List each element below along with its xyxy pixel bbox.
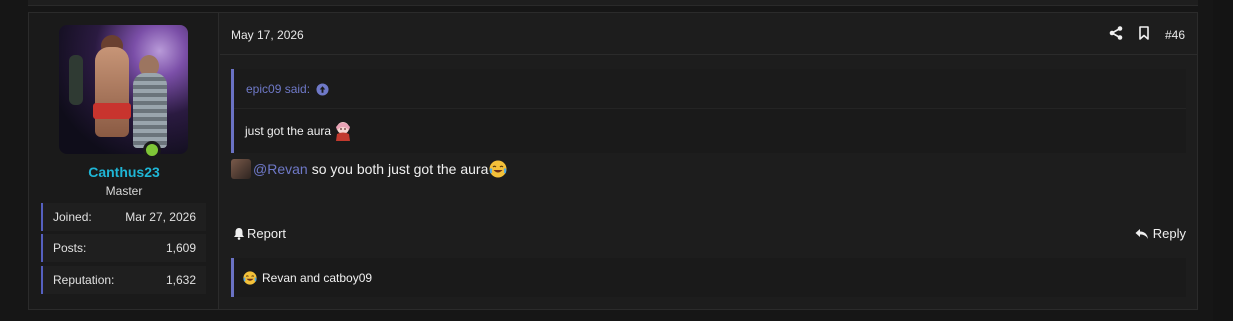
stat-label: Joined:: [53, 210, 92, 224]
reply-content: @Revan so you both just got the aura: [231, 159, 507, 179]
reactions-bar[interactable]: Revan and catboy09: [231, 258, 1186, 297]
quote-header[interactable]: epic09 said:: [234, 69, 1186, 109]
user-sidebar: Canthus23 Master Joined: Mar 27, 2026 Po…: [29, 13, 219, 309]
stat-reputation: Reputation: 1,632: [41, 266, 206, 294]
crying-laughing-emoji-icon: [489, 160, 507, 178]
bookmark-icon[interactable]: [1136, 25, 1152, 41]
reply-text: so you both just got the aura: [311, 161, 489, 177]
reply-label: Reply: [1152, 226, 1186, 241]
user-title: Master: [105, 184, 143, 198]
username-link[interactable]: Canthus23: [29, 164, 219, 180]
quote-author[interactable]: epic09 said:: [246, 82, 310, 96]
post-actions: Report Reply: [231, 226, 1186, 242]
stat-value: Mar 27, 2026: [125, 210, 196, 224]
stat-value: 1,632: [165, 273, 196, 287]
quote-block: epic09 said: just got the aura: [231, 69, 1186, 153]
stat-label: Reputation:: [53, 273, 115, 287]
anime-sticker-icon: [333, 120, 353, 142]
report-label: Report: [247, 226, 287, 241]
user-avatar[interactable]: [59, 25, 188, 154]
mention-avatar: [231, 159, 251, 179]
mention-link[interactable]: @Revan: [253, 161, 308, 177]
quote-text: just got the aura: [245, 124, 332, 138]
forum-post: Canthus23 Master Joined: Mar 27, 2026 Po…: [28, 12, 1198, 310]
reactions-text[interactable]: Revan and catboy09: [262, 271, 372, 285]
report-button[interactable]: Report: [233, 226, 286, 241]
arrow-up-circle-icon[interactable]: [316, 83, 329, 96]
page-gutter: [1213, 0, 1233, 321]
reply-arrow-icon: [1135, 228, 1148, 239]
stat-value: 1,609: [165, 241, 196, 255]
reply-button[interactable]: Reply: [1135, 226, 1186, 241]
previous-post-edge: [28, 0, 1198, 6]
online-status-indicator: [143, 141, 161, 159]
share-icon[interactable]: [1108, 25, 1124, 41]
post-date[interactable]: May 17, 2026: [231, 28, 304, 42]
quote-content: just got the aura: [234, 109, 1186, 142]
stat-joined: Joined: Mar 27, 2026: [41, 203, 206, 231]
crying-laughing-reaction-icon: [243, 270, 257, 285]
message-header: May 17, 2026 #46: [220, 13, 1197, 55]
stat-posts: Posts: 1,609: [41, 234, 206, 262]
message-body: May 17, 2026 #46 epic09 said: just got t…: [220, 13, 1197, 309]
stat-label: Posts:: [53, 241, 87, 255]
bell-icon: [234, 228, 244, 240]
post-number-link[interactable]: #46: [1165, 28, 1185, 42]
